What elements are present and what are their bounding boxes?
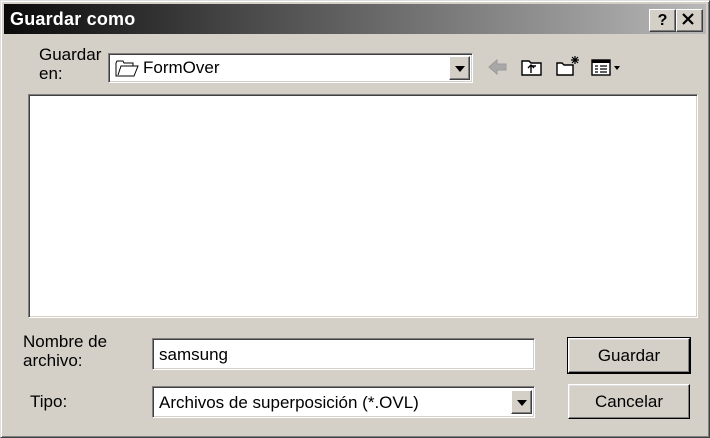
filename-value: samsung <box>159 345 228 364</box>
save-in-label: Guardar en: <box>39 45 102 83</box>
close-icon <box>682 13 694 25</box>
filename-label: Nombre de archivo: <box>23 332 108 370</box>
view-menu-icon[interactable] <box>589 54 625 80</box>
filetype-label: Tipo: <box>30 392 68 411</box>
up-folder-icon[interactable] <box>519 54 545 80</box>
close-button[interactable] <box>676 9 703 32</box>
filename-input[interactable]: samsung <box>152 338 535 370</box>
filetype-combo[interactable]: Archivos de superposición (*.OVL) <box>152 386 535 418</box>
window-title: Guardar como <box>10 9 136 29</box>
save-button[interactable]: Guardar <box>567 337 691 374</box>
back-arrow-icon[interactable] <box>485 54 511 80</box>
save-as-dialog: Guardar como ? Guardar en: FormOver Nomb… <box>0 0 710 438</box>
save-in-combo[interactable]: FormOver <box>108 53 473 83</box>
file-list-area[interactable] <box>28 94 698 318</box>
new-folder-icon[interactable] <box>554 54 582 80</box>
folder-icon <box>115 60 139 77</box>
save-in-dropdown-button[interactable] <box>449 56 470 80</box>
filetype-value: Archivos de superposición (*.OVL) <box>159 393 419 412</box>
cancel-button[interactable]: Cancelar <box>568 384 690 419</box>
help-button[interactable]: ? <box>649 9 676 32</box>
save-in-value: FormOver <box>143 58 220 77</box>
filetype-dropdown-button[interactable] <box>511 390 532 414</box>
title-bar[interactable]: Guardar como ? <box>4 4 706 34</box>
